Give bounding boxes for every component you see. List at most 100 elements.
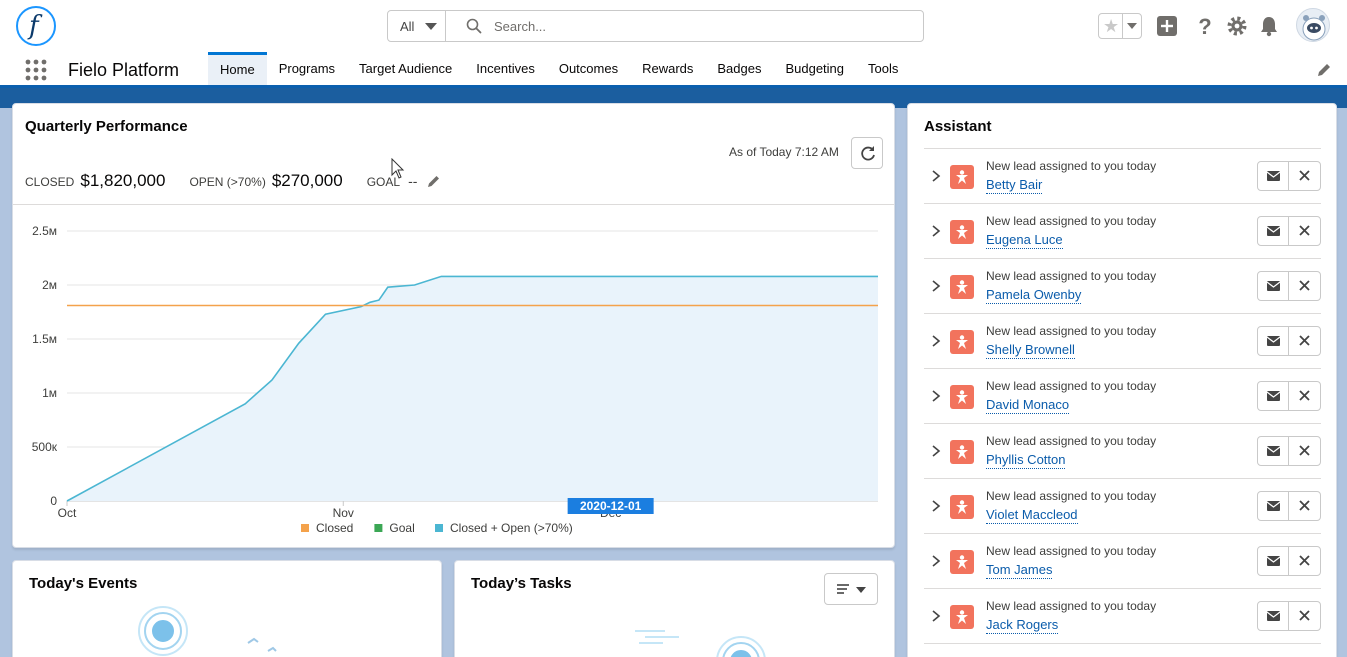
email-button[interactable]	[1258, 217, 1289, 245]
tab-home[interactable]: Home	[208, 52, 267, 85]
dismiss-button[interactable]	[1289, 602, 1320, 630]
email-button[interactable]	[1258, 492, 1289, 520]
email-icon	[1266, 336, 1281, 346]
lead-icon	[950, 605, 974, 629]
chevron-down-icon[interactable]	[1127, 23, 1137, 29]
email-button[interactable]	[1258, 162, 1289, 190]
assistant-item-text: New lead assigned to you today	[986, 159, 1157, 173]
legend-swatch	[435, 524, 443, 532]
email-button[interactable]	[1258, 602, 1289, 630]
global-search: All	[387, 10, 924, 42]
hover-date-label: 2020-12-01	[580, 499, 642, 513]
edit-nav-icon[interactable]	[1316, 62, 1332, 78]
y-tick-label: 1м	[42, 386, 57, 400]
dismiss-button[interactable]	[1289, 547, 1320, 575]
email-button[interactable]	[1258, 547, 1289, 575]
user-avatar[interactable]	[1296, 8, 1330, 42]
assistant-item-actions	[1257, 326, 1321, 356]
assistant-item-text: New lead assigned to you today	[986, 489, 1157, 503]
lead-name-link[interactable]: Jack Rogers	[986, 617, 1059, 634]
list-item: New lead assigned to you today Phyllis Co…	[924, 424, 1321, 479]
dismiss-button[interactable]	[1289, 217, 1320, 245]
email-button[interactable]	[1258, 327, 1289, 355]
email-icon	[1266, 611, 1281, 621]
email-button[interactable]	[1258, 382, 1289, 410]
fielo-logo[interactable]: f	[16, 6, 56, 46]
lead-name-link[interactable]: Shelly Brownell	[986, 342, 1075, 359]
dismiss-button[interactable]	[1289, 272, 1320, 300]
sort-icon	[837, 584, 866, 594]
chevron-right-icon[interactable]	[930, 279, 942, 293]
tab-outcomes[interactable]: Outcomes	[547, 52, 630, 85]
quarterly-performance-card: Quarterly Performance As of Today 7:12 A…	[12, 103, 895, 548]
dismiss-button[interactable]	[1289, 382, 1320, 410]
chevron-right-icon[interactable]	[930, 609, 942, 623]
app-name: Fielo Platform	[68, 60, 180, 80]
lead-icon	[950, 165, 974, 189]
tab-incentives[interactable]: Incentives	[464, 52, 547, 85]
todays-tasks-card: Today’s Tasks	[454, 560, 895, 657]
close-icon	[1299, 225, 1310, 236]
dismiss-button[interactable]	[1289, 162, 1320, 190]
card-title: Today’s Tasks	[471, 575, 572, 592]
lead-icon	[950, 550, 974, 574]
open-label: OPEN (>70%)	[189, 175, 266, 189]
tab-rewards[interactable]: Rewards	[630, 52, 705, 85]
tab-budgeting[interactable]: Budgeting	[773, 52, 856, 85]
list-item: New lead assigned to you today Pamela Owe…	[924, 259, 1321, 314]
chevron-right-icon[interactable]	[930, 444, 942, 458]
email-button[interactable]	[1258, 437, 1289, 465]
global-header: f All ★ ?	[0, 0, 1347, 52]
tab-tools[interactable]: Tools	[856, 52, 910, 85]
dismiss-button[interactable]	[1289, 437, 1320, 465]
chevron-right-icon[interactable]	[930, 169, 942, 183]
list-item: New lead assigned to you today Tom James	[924, 534, 1321, 589]
card-title: Today's Events	[29, 575, 138, 592]
gear-icon[interactable]	[1224, 13, 1250, 39]
close-icon	[1299, 610, 1310, 621]
chevron-right-icon[interactable]	[930, 499, 942, 513]
chevron-right-icon[interactable]	[930, 334, 942, 348]
lead-icon	[950, 440, 974, 464]
y-tick-label: 500к	[32, 440, 58, 454]
lead-name-link[interactable]: David Monaco	[986, 397, 1070, 414]
help-icon[interactable]: ?	[1192, 13, 1218, 39]
chevron-right-icon[interactable]	[930, 389, 942, 403]
favorites-button[interactable]: ★	[1098, 13, 1142, 39]
bell-icon[interactable]	[1256, 13, 1282, 39]
y-tick-label: 2м	[42, 278, 57, 292]
lead-name-link[interactable]: Phyllis Cotton	[986, 452, 1066, 469]
legend-swatch	[374, 524, 383, 532]
tab-programs[interactable]: Programs	[267, 52, 347, 85]
tab-target-audience[interactable]: Target Audience	[347, 52, 464, 85]
dismiss-button[interactable]	[1289, 492, 1320, 520]
sort-tasks-button[interactable]	[824, 573, 878, 605]
add-icon[interactable]	[1154, 13, 1180, 39]
chevron-right-icon[interactable]	[930, 554, 942, 568]
email-icon	[1266, 556, 1281, 566]
lead-name-link[interactable]: Eugena Luce	[986, 232, 1063, 249]
star-icon: ★	[1103, 16, 1120, 36]
edit-goal-icon[interactable]	[427, 174, 441, 188]
assistant-item-actions	[1257, 601, 1321, 631]
email-icon	[1266, 391, 1281, 401]
chevron-right-icon[interactable]	[930, 224, 942, 238]
lead-name-link[interactable]: Betty Bair	[986, 177, 1043, 194]
lead-icon	[950, 275, 974, 299]
close-icon	[1299, 390, 1310, 401]
dismiss-button[interactable]	[1289, 327, 1320, 355]
search-scope-dropdown[interactable]: All	[388, 11, 446, 41]
lead-name-link[interactable]: Violet Maccleod	[986, 507, 1078, 524]
close-icon	[1299, 280, 1310, 291]
events-illustration	[138, 606, 277, 656]
x-tick-label: Nov	[333, 506, 354, 520]
lead-name-link[interactable]: Tom James	[986, 562, 1053, 579]
search-input[interactable]	[494, 15, 914, 37]
lead-name-link[interactable]: Pamela Owenby	[986, 287, 1082, 304]
refresh-button[interactable]	[851, 137, 883, 169]
tab-badges[interactable]: Badges	[705, 52, 773, 85]
app-launcher-icon[interactable]	[24, 58, 48, 82]
email-button[interactable]	[1258, 272, 1289, 300]
email-icon	[1266, 501, 1281, 511]
y-tick-label: 1.5м	[32, 332, 57, 346]
